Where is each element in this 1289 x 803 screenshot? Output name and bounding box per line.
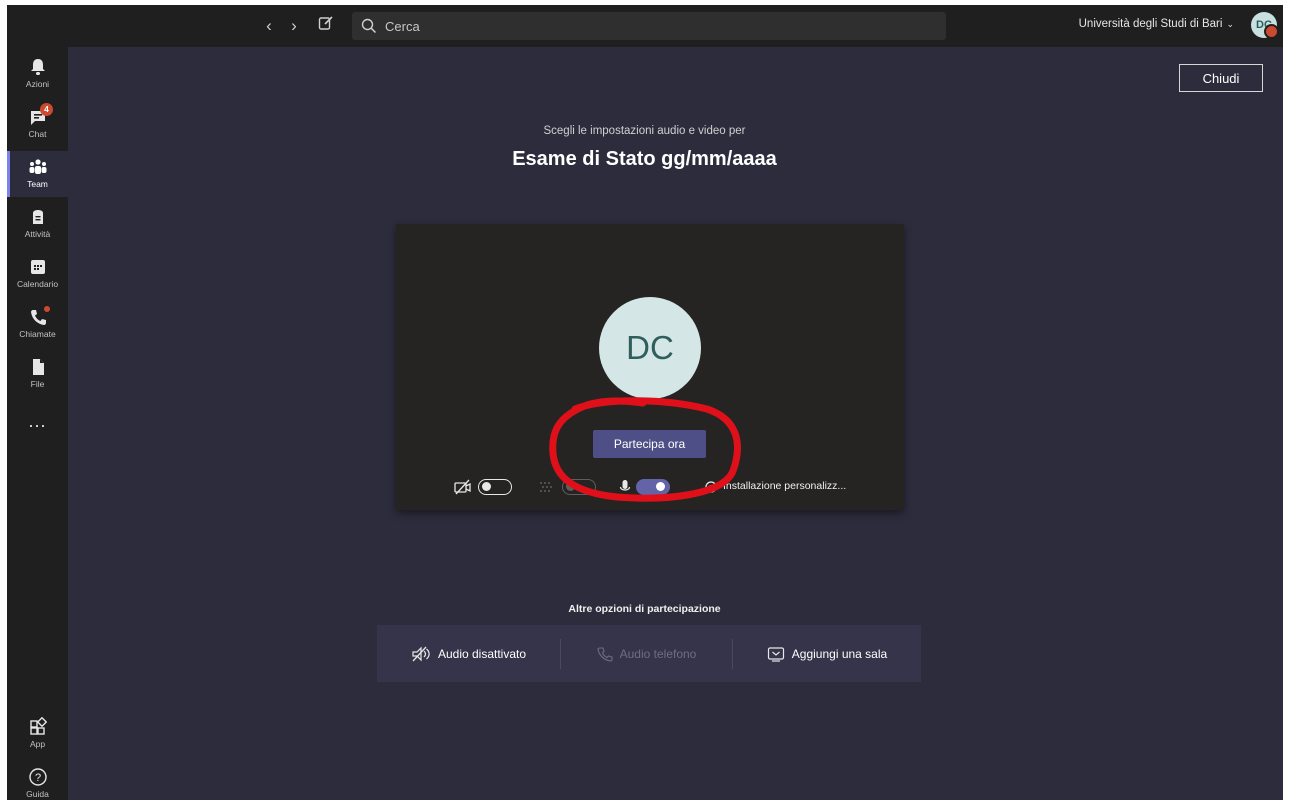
top-bar: ‹ › Università degli Studi di Bari⌄ DC bbox=[7, 5, 1283, 47]
user-avatar: DC bbox=[599, 297, 701, 399]
rail-item-calendario[interactable]: Calendario bbox=[7, 251, 68, 297]
room-icon bbox=[767, 646, 784, 662]
audio-off-option[interactable]: Audio disattivato bbox=[377, 625, 560, 682]
bell-icon bbox=[30, 59, 45, 75]
chevron-down-icon: ⌄ bbox=[1226, 19, 1234, 29]
device-settings-label[interactable]: Installazione personalizz... bbox=[723, 480, 846, 492]
rail-item-app[interactable]: App bbox=[7, 711, 68, 757]
rail-item-label: Attività bbox=[24, 229, 51, 239]
svg-text:?: ? bbox=[34, 772, 40, 784]
background-blur-toggle[interactable] bbox=[562, 479, 596, 495]
rail-item-file[interactable]: File bbox=[7, 351, 68, 397]
phone-audio-option: Audio telefono bbox=[561, 625, 732, 682]
camera-off-icon bbox=[454, 479, 471, 495]
rail-item-chiamate[interactable]: Chiamate bbox=[7, 301, 68, 347]
rail-item-label: Calendario bbox=[16, 279, 59, 289]
option-label: Audio disattivato bbox=[437, 646, 527, 661]
microphone-toggle[interactable] bbox=[636, 479, 670, 495]
option-label: Audio telefono bbox=[619, 646, 697, 661]
settings-icon bbox=[705, 481, 717, 493]
more-apps-button[interactable]: ... bbox=[7, 411, 68, 432]
chevron-right-icon: › bbox=[291, 16, 297, 35]
rail-item-label: Azioni bbox=[25, 79, 50, 89]
teams-window: ‹ › Università degli Studi di Bari⌄ DC bbox=[7, 5, 1283, 800]
organization-switcher[interactable]: Università degli Studi di Bari ⌄ bbox=[1079, 18, 1234, 30]
rail-item-label: Team bbox=[27, 179, 48, 189]
join-options-bar: Audio disattivato Audio telefono Aggiung… bbox=[377, 625, 921, 682]
calendar-icon bbox=[30, 260, 45, 274]
rail-item-chat[interactable]: 4 Chat bbox=[7, 101, 68, 147]
assignments-icon bbox=[32, 210, 43, 224]
add-room-option[interactable]: Aggiungi una sala bbox=[733, 625, 921, 682]
background-blur-icon bbox=[540, 482, 552, 492]
close-button[interactable]: Chiudi bbox=[1179, 64, 1263, 92]
speaker-off-icon bbox=[412, 646, 430, 661]
new-chat-button[interactable] bbox=[316, 15, 336, 35]
join-now-button[interactable]: Partecipa ora bbox=[593, 430, 706, 458]
option-label: Aggiungi una sala bbox=[791, 646, 888, 661]
video-preview: DC Partecipa ora Installazione personali… bbox=[396, 224, 904, 510]
organization-name: Università degli Studi di Bari bbox=[1078, 18, 1223, 30]
forward-button[interactable]: › bbox=[284, 16, 304, 36]
rail-item-label: Chiamate bbox=[19, 329, 56, 339]
rail-item-guida[interactable]: ? Guida bbox=[7, 761, 68, 800]
search-bar[interactable] bbox=[352, 12, 946, 40]
camera-toggle[interactable] bbox=[478, 479, 512, 495]
search-icon bbox=[361, 18, 377, 34]
profile-avatar[interactable]: DC bbox=[1251, 12, 1279, 39]
rail-item-label: App bbox=[29, 739, 46, 749]
prejoin-subtitle: Scegli le impostazioni audio e video per bbox=[543, 125, 746, 137]
rail-item-attivita[interactable]: Attività bbox=[7, 201, 68, 247]
help-icon: ? bbox=[28, 768, 47, 786]
phone-icon bbox=[597, 646, 613, 662]
rail-item-label: File bbox=[30, 379, 45, 389]
rail-item-label: Guida bbox=[26, 789, 49, 799]
chevron-left-icon: ‹ bbox=[266, 16, 272, 35]
device-controls: Installazione personalizz... bbox=[451, 477, 891, 497]
apps-icon bbox=[29, 717, 47, 735]
calls-notification-dot bbox=[44, 306, 50, 312]
file-icon bbox=[32, 359, 44, 375]
rail-item-azioni[interactable]: Azioni bbox=[7, 51, 68, 97]
meeting-title: Esame di Stato gg/mm/aaaa bbox=[512, 148, 777, 170]
other-options-title: Altre opzioni di partecipazione bbox=[568, 603, 721, 615]
search-input[interactable] bbox=[383, 17, 927, 35]
microphone-icon bbox=[619, 480, 631, 491]
compose-icon bbox=[318, 16, 333, 30]
status-busy-icon bbox=[1264, 24, 1279, 39]
back-button[interactable]: ‹ bbox=[259, 16, 279, 36]
chat-badge: 4 bbox=[40, 103, 53, 116]
